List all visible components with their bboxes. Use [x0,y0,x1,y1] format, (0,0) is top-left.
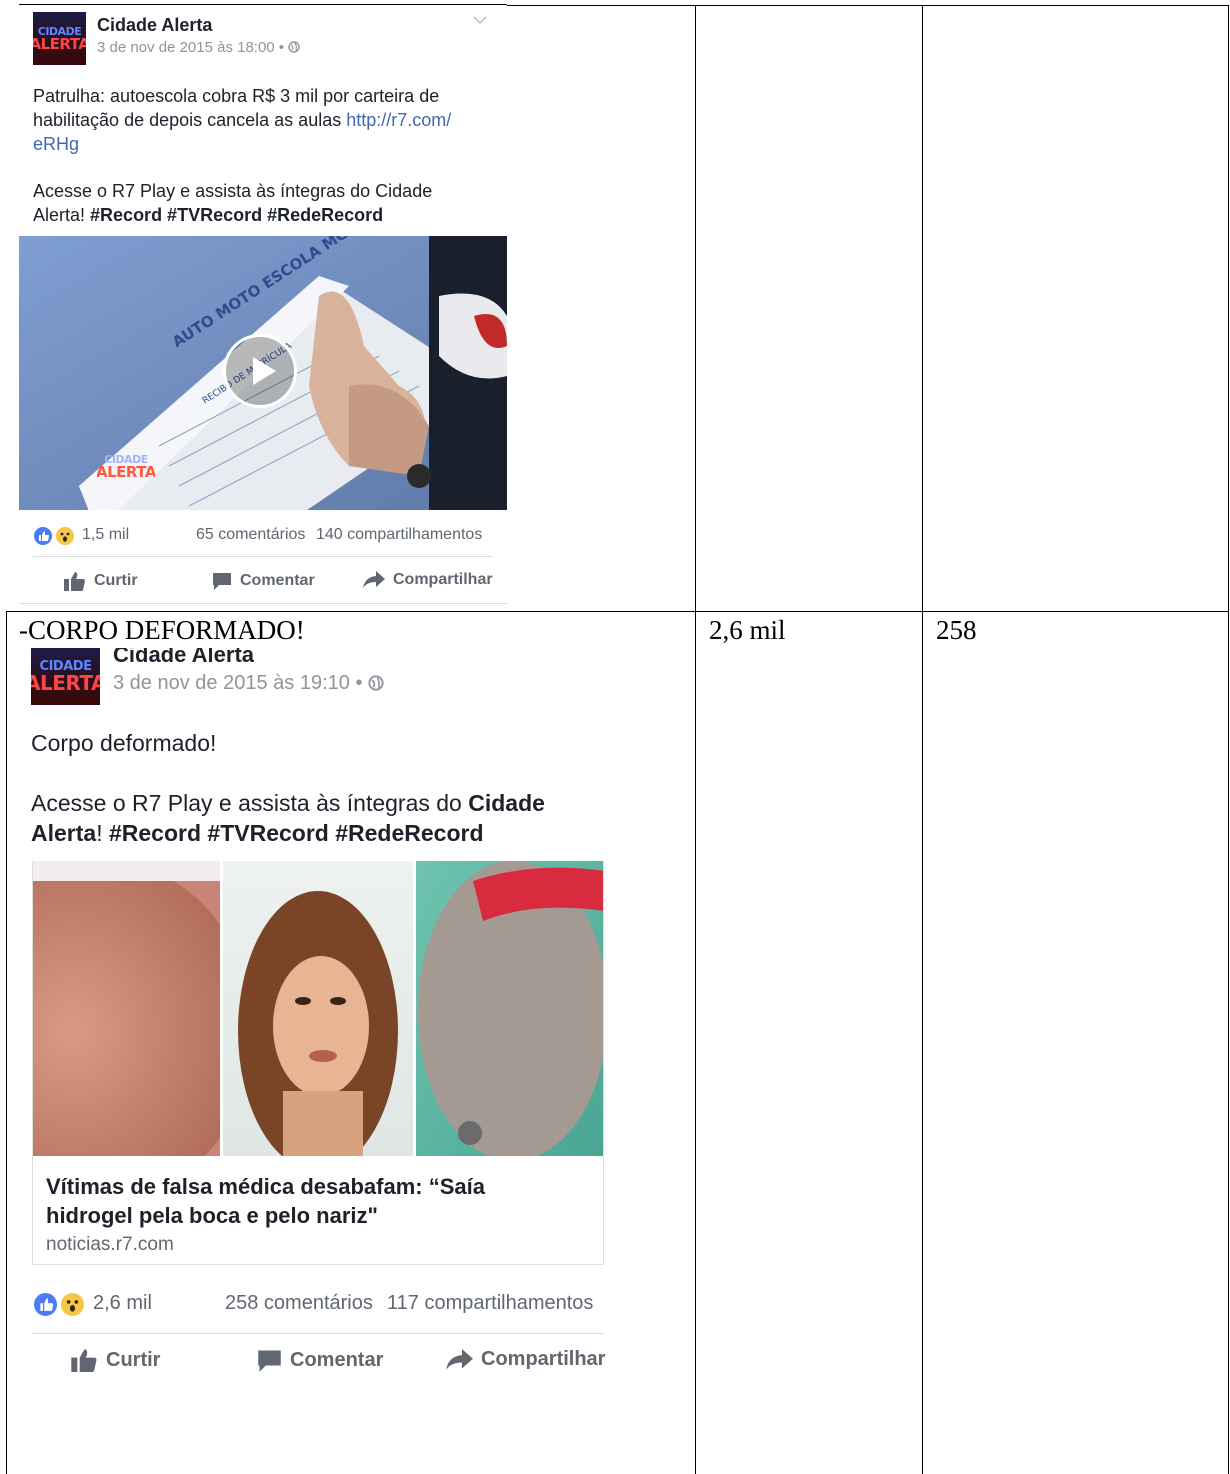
promo-text: Acesse o R7 Play e assista às íntegras d… [31,788,611,848]
like-label: Curtir [106,1348,161,1371]
meta-dot: • [355,672,363,694]
video-thumbnail[interactable]: AUTO MOTO ESCOLA MG RECIBO DE MATRÍCULA … [19,236,507,510]
comment-label: Comentar [240,572,315,589]
thumbs-up-icon [71,1349,97,1372]
table-col-divider-2 [922,5,923,1474]
promo-line-2: Alerta! #Record #TVRecord #RedeRecord [33,203,503,227]
hashtags[interactable]: #Record #TVRecord #RedeRecord [109,820,484,846]
table-col-divider-1 [695,5,696,1474]
shares-count[interactable]: 140 compartilhamentos [316,526,482,544]
table-top-border [507,5,1229,6]
link-title[interactable]: Vítimas de falsa médica desabafam: “Saía… [46,1172,596,1230]
post-timestamp[interactable]: 3 de nov de 2015 às 18:00 [97,39,275,56]
page-logo[interactable]: CIDADE ALERTA [33,12,86,65]
promo-line-2-text: Alerta! [33,205,91,225]
like-button[interactable]: Curtir [64,571,138,591]
logo-text-bottom: ALERTA [31,671,100,695]
overlay-logo-bottom: ALERTA [97,463,155,481]
globe-icon [288,41,300,53]
comment-icon [258,1350,281,1372]
post-link[interactable]: http://r7.com/ [346,110,451,130]
shares-count[interactable]: 117 compartilhamentos [387,1292,593,1315]
play-button[interactable] [223,334,297,408]
link-domain: noticias.r7.com [46,1234,174,1255]
wow-reaction-icon[interactable] [59,1291,86,1318]
table-left-border [6,611,7,1474]
post-text: Corpo deformado! [31,730,217,756]
link-preview-image [33,861,603,1201]
share-label: Compartilhar [481,1348,606,1370]
facebook-post-2: CIDADE ALERTA Cidade Alerta 3 de nov de … [19,648,619,1388]
video-overlay-logo: CIDADE ALERTA [97,451,155,483]
share-button[interactable]: Compartilhar [446,1348,605,1371]
reactions-count[interactable]: 1,5 mil [82,526,129,544]
page-name[interactable]: Cidade Alerta [113,648,254,668]
reactions-count[interactable]: 2,6 mil [93,1292,152,1315]
promo-line-1-text: Acesse o R7 Play e assista às íntegras d… [31,790,469,816]
comments-count[interactable]: 258 comentários [225,1292,373,1315]
promo-line-2: Alerta! #Record #TVRecord #RedeRecord [31,818,611,848]
comment-icon [213,573,231,590]
link-title-line-2: hidrogel pela boca e pelo nariz" [46,1203,378,1228]
logo-text-bottom: ALERTA [33,34,86,53]
like-button[interactable]: Curtir [71,1348,160,1372]
stats-separator [33,556,493,557]
post-bottom-border [19,603,507,604]
promo-line-1: Acesse o R7 Play e assista às íntegras d… [33,181,433,201]
chevron-down-icon[interactable] [472,15,488,25]
post-text: Patrulha: autoescola cobra R$ 3 mil por … [33,84,503,227]
post-link-continued[interactable]: eRHg [33,132,503,156]
page-mention[interactable]: Cidade [468,790,545,816]
page-name[interactable]: Cidade Alerta [97,15,212,36]
table-right-border [1228,5,1229,1474]
post-meta: 3 de nov de 2015 às 19:10 • [113,672,384,695]
row2-reactions-cell: 2,6 mil [709,615,786,645]
share-icon [446,1348,473,1370]
share-label: Compartilhar [393,571,493,588]
post-meta: 3 de nov de 2015 às 18:00 • [97,39,300,56]
facebook-post-1: CIDADE ALERTA Cidade Alerta 3 de nov de … [19,3,507,606]
table-row-divider [6,611,1229,612]
share-button[interactable]: Compartilhar [363,571,493,589]
promo-line-2-text: ! [96,820,109,846]
page-logo[interactable]: CIDADE ALERTA [31,648,100,705]
stats-separator [32,1333,604,1334]
post-text-line-2-text: habilitação de depois cancela as aulas [33,110,347,130]
meta-dot: • [278,39,285,56]
row2-comments-cell: 258 [936,615,977,645]
play-icon [253,357,276,385]
comment-label: Comentar [290,1349,384,1371]
link-preview[interactable]: Vítimas de falsa médica desabafam: “Saía… [32,861,604,1265]
like-reaction-icon[interactable] [32,1291,59,1318]
hashtags[interactable]: #Record #TVRecord #RedeRecord [90,205,383,225]
post-text-line-2: habilitação de depois cancela as aulas h… [33,108,503,132]
post-top-border [19,4,507,5]
comments-count[interactable]: 65 comentários [196,526,305,544]
row2-caption: -CORPO DEFORMADO! [19,615,305,645]
promo-line-1: Acesse o R7 Play e assista às íntegras d… [31,788,611,818]
like-reaction-icon[interactable] [32,525,54,547]
like-label: Curtir [94,572,138,589]
post-timestamp[interactable]: 3 de nov de 2015 às 19:10 [113,672,350,694]
thumbs-up-icon [64,572,85,591]
comment-button[interactable]: Comentar [212,571,315,591]
post-text-line-1: Patrulha: autoescola cobra R$ 3 mil por … [33,86,440,106]
wow-reaction-icon[interactable] [54,525,76,547]
link-title-line-1: Vítimas de falsa médica desabafam: “Saía [46,1174,485,1199]
share-icon [363,571,385,588]
comment-button[interactable]: Comentar [257,1348,383,1373]
preview-collage [33,861,603,1201]
page-mention-continued[interactable]: Alerta [31,820,96,846]
globe-icon [368,675,384,691]
